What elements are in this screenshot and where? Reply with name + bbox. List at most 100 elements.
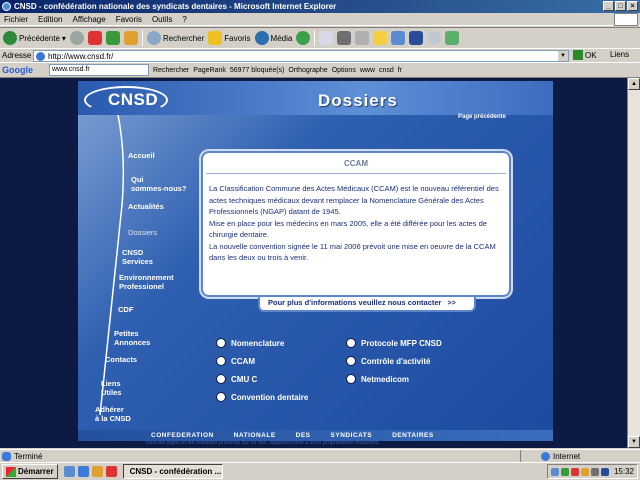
nav-item-actualites[interactable]: Actualités xyxy=(128,202,164,211)
start-button[interactable]: Démarrer xyxy=(2,464,58,479)
option-netmedicom[interactable]: Netmedicom xyxy=(346,374,409,384)
previous-page-link[interactable]: Page précédente xyxy=(458,114,506,120)
content-paragraph: La Classification Commune des Actes Médi… xyxy=(209,184,499,216)
option-cmu-c[interactable]: CMU C xyxy=(216,374,257,384)
menu-favoris[interactable]: Favoris xyxy=(116,15,142,24)
address-dropdown-icon[interactable]: ▼ xyxy=(558,51,568,61)
content-paragraph: Mise en place pour les médecins en mars … xyxy=(209,218,487,240)
tray-icon[interactable] xyxy=(560,467,569,476)
site-header: CNSD Dossiers xyxy=(78,81,553,115)
people-icon[interactable] xyxy=(445,31,460,45)
scroll-down-icon[interactable]: ▼ xyxy=(628,436,640,448)
nav-item-qui-sommes-nous[interactable]: Qui sommes-nous? xyxy=(131,175,186,193)
stop-icon[interactable] xyxy=(87,31,102,45)
window-title-bar: CNSD - confédération nationale des syndi… xyxy=(0,0,640,13)
windows-flag-icon xyxy=(6,466,16,477)
desktop-icon[interactable] xyxy=(63,466,75,477)
close-button[interactable]: × xyxy=(627,1,638,11)
radio-bullet-icon xyxy=(346,374,356,384)
google-link-cnsd[interactable]: cnsd xyxy=(379,67,394,74)
contact-arrows: >> xyxy=(447,300,456,307)
content-panel: CCAM La Classification Commune des Actes… xyxy=(201,151,511,297)
page-done-icon xyxy=(2,451,11,461)
google-search-input[interactable]: www.cnsd.fr xyxy=(49,64,149,76)
menu-fichier[interactable]: Fichier xyxy=(4,15,28,24)
tray-icon[interactable] xyxy=(570,467,579,476)
windows-logo-icon xyxy=(614,13,638,26)
contact-link[interactable]: Pour plus d'informations veuillez nous c… xyxy=(258,297,476,312)
popup-blocker[interactable]: 56977 bloquée(s) xyxy=(230,67,285,74)
option-convention-dentaire[interactable]: Convention dentaire xyxy=(216,392,308,402)
outlook-icon[interactable] xyxy=(91,466,103,477)
tray-icon[interactable] xyxy=(550,467,559,476)
vertical-scrollbar[interactable]: ▲ ▼ xyxy=(627,78,640,448)
search-button[interactable]: Rechercher xyxy=(146,31,204,45)
bluetooth-icon[interactable] xyxy=(409,31,424,45)
cnsd-logo[interactable]: CNSD xyxy=(108,90,158,110)
footer-word: DENTAIRES xyxy=(392,432,434,439)
edit-icon[interactable] xyxy=(355,31,370,45)
nav-item-cdf[interactable]: CDF xyxy=(118,305,133,314)
volume-icon[interactable] xyxy=(590,467,599,476)
mail-icon[interactable] xyxy=(319,31,334,45)
option-protocole-mfp[interactable]: Protocole MFP CNSD xyxy=(346,338,442,348)
spellcheck-button[interactable]: Orthographe xyxy=(288,67,327,74)
media-button[interactable]: Média xyxy=(254,31,293,45)
minimize-button[interactable]: _ xyxy=(603,1,614,11)
toolbar-separator xyxy=(314,30,316,46)
forward-arrow-icon[interactable] xyxy=(69,31,84,45)
app-icon[interactable] xyxy=(105,466,117,477)
google-options-button[interactable]: Options xyxy=(332,67,356,74)
taskbar-item-ie[interactable]: CNSD - confédération ... xyxy=(122,464,223,479)
nav-item-dossiers[interactable]: Dossiers xyxy=(128,228,157,237)
messenger-icon[interactable] xyxy=(391,31,406,45)
folder-icon[interactable] xyxy=(373,31,388,45)
nav-item-accueil[interactable]: Accueil xyxy=(128,151,155,160)
menu-affichage[interactable]: Affichage xyxy=(72,15,105,24)
scroll-up-icon[interactable]: ▲ xyxy=(628,78,640,90)
address-input[interactable]: http://www.cnsd.fr/ ▼ xyxy=(33,50,569,62)
pagerank-indicator: PageRank xyxy=(193,66,226,74)
go-button[interactable]: OK xyxy=(573,50,597,60)
home-icon[interactable] xyxy=(123,31,138,45)
taskbar: Démarrer CNSD - confédération ... 15:32 xyxy=(0,462,640,480)
nav-item-environnement[interactable]: Environnement Professionel xyxy=(119,273,174,291)
history-icon[interactable] xyxy=(296,31,311,45)
nav-item-cnsd-services[interactable]: CNSD Services xyxy=(122,248,153,266)
option-nomenclature[interactable]: Nomenclature xyxy=(216,338,284,348)
radio-bullet-icon xyxy=(346,356,356,366)
discuss-icon[interactable] xyxy=(427,31,442,45)
option-ccam[interactable]: CCAM xyxy=(216,356,255,366)
google-logo[interactable]: Google xyxy=(2,65,33,75)
links-button[interactable]: Liens xyxy=(610,50,629,59)
system-tray: 15:32 xyxy=(546,464,638,479)
taskbar-item-label: CNSD - confédération ... xyxy=(129,467,222,476)
back-dropdown-icon[interactable]: ▾ xyxy=(62,34,66,43)
nav-item-contacts[interactable]: Contacts xyxy=(105,355,137,364)
tray-icon[interactable] xyxy=(580,467,589,476)
start-label: Démarrer xyxy=(18,467,54,476)
network-icon[interactable] xyxy=(600,467,609,476)
nav-item-petites-annonces[interactable]: Petites Annonces xyxy=(114,329,150,347)
back-label: Précédente xyxy=(19,33,60,43)
favorites-button[interactable]: Favoris xyxy=(208,31,251,45)
google-search-button[interactable]: Rechercher xyxy=(153,67,189,74)
google-link-www[interactable]: www xyxy=(360,67,375,74)
google-link-fr[interactable]: fr xyxy=(398,67,402,74)
back-button[interactable]: Précédente ▾ xyxy=(3,31,66,45)
menu-edition[interactable]: Edition xyxy=(38,15,62,24)
maximize-button[interactable]: □ xyxy=(615,1,626,11)
nav-item-liens-utiles[interactable]: Liens Utiles xyxy=(101,379,121,397)
back-arrow-icon xyxy=(3,31,17,45)
nav-item-adherer[interactable]: Adhérer à la CNSD xyxy=(95,405,131,423)
menu-help[interactable]: ? xyxy=(182,15,186,24)
section-title: Dossiers xyxy=(318,91,398,110)
option-controle-activite[interactable]: Contrôle d'activité xyxy=(346,356,430,366)
content-paragraph: La nouvelle convention signée le 11 mai … xyxy=(209,241,496,263)
refresh-icon[interactable] xyxy=(105,31,120,45)
print-icon[interactable] xyxy=(337,31,352,45)
ie-quicklaunch-icon[interactable] xyxy=(77,466,89,477)
radio-bullet-icon xyxy=(216,392,226,402)
media-label: Média xyxy=(270,33,293,43)
menu-outils[interactable]: Outils xyxy=(152,15,172,24)
